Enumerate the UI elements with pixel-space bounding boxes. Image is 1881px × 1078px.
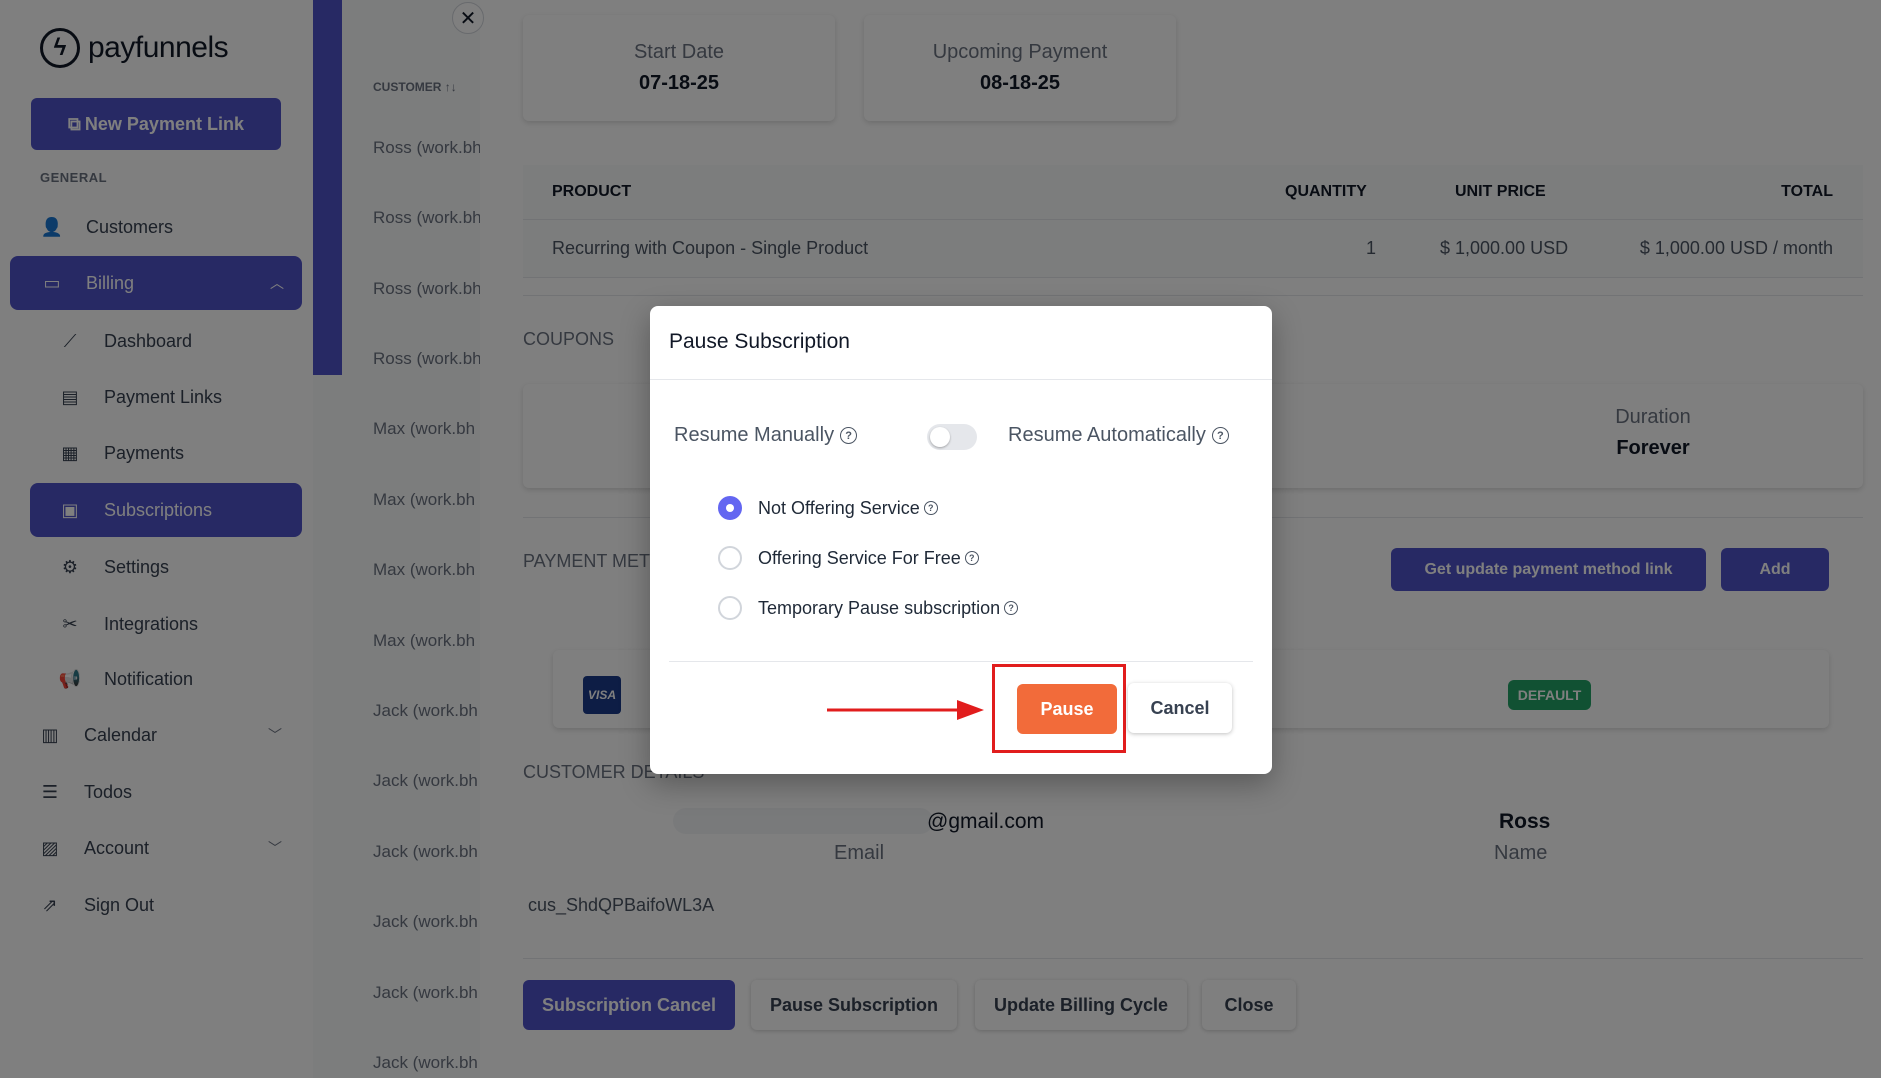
cancel-button[interactable]: Cancel	[1128, 683, 1232, 733]
divider	[669, 661, 1253, 662]
radio-label: Offering Service For Free	[758, 547, 961, 568]
help-icon[interactable]: ?	[923, 501, 938, 515]
radio-button[interactable]	[718, 546, 742, 570]
arrow-right-icon	[827, 700, 984, 720]
help-icon[interactable]: ?	[964, 551, 979, 565]
pause-subscription-modal: Pause Subscription Resume Manually ? Res…	[650, 306, 1272, 774]
help-icon[interactable]: ?	[1004, 601, 1019, 615]
radio-not-offering-service[interactable]: Not Offering Service ?	[718, 496, 938, 520]
divider	[650, 379, 1272, 380]
radio-button-selected[interactable]	[718, 496, 742, 520]
radio-label: Not Offering Service	[758, 497, 920, 518]
resume-manually-label: Resume Manually	[674, 424, 835, 446]
radio-button[interactable]	[718, 596, 742, 620]
toggle-knob	[930, 427, 950, 447]
help-icon[interactable]: ?	[1211, 427, 1229, 444]
resume-automatically-label: Resume Automatically	[1008, 424, 1206, 446]
resume-manually-option: Resume Manually ?	[674, 424, 858, 447]
radio-temporary-pause[interactable]: Temporary Pause subscription ?	[718, 596, 1019, 620]
resume-automatically-option: Resume Automatically ?	[1008, 424, 1229, 447]
radio-offering-service-for-free[interactable]: Offering Service For Free ?	[718, 546, 979, 570]
resume-mode-toggle[interactable]	[927, 424, 977, 450]
modal-title: Pause Subscription	[669, 330, 850, 353]
radio-label: Temporary Pause subscription	[758, 597, 1001, 618]
pause-button[interactable]: Pause	[1017, 684, 1117, 734]
help-icon[interactable]: ?	[840, 427, 858, 444]
